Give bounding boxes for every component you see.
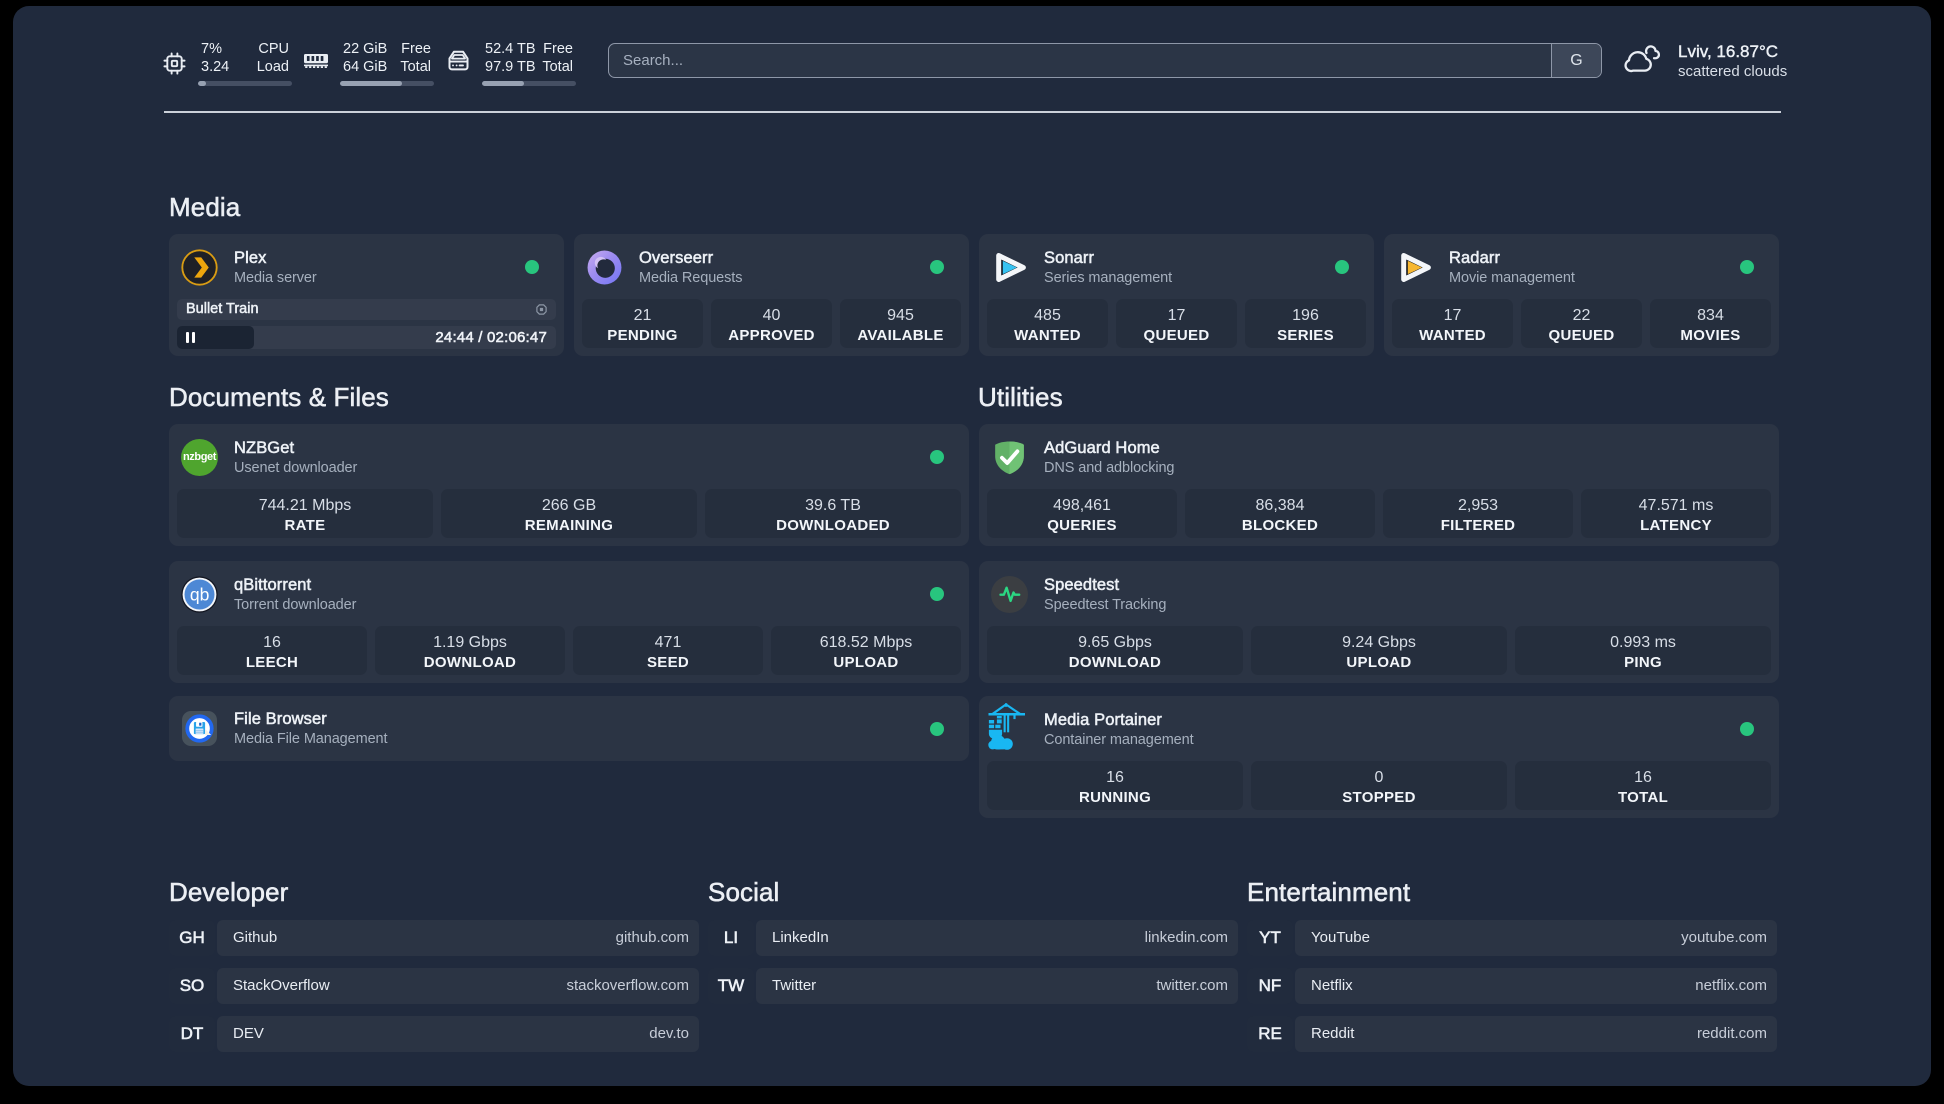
- svg-text:qb: qb: [190, 585, 210, 605]
